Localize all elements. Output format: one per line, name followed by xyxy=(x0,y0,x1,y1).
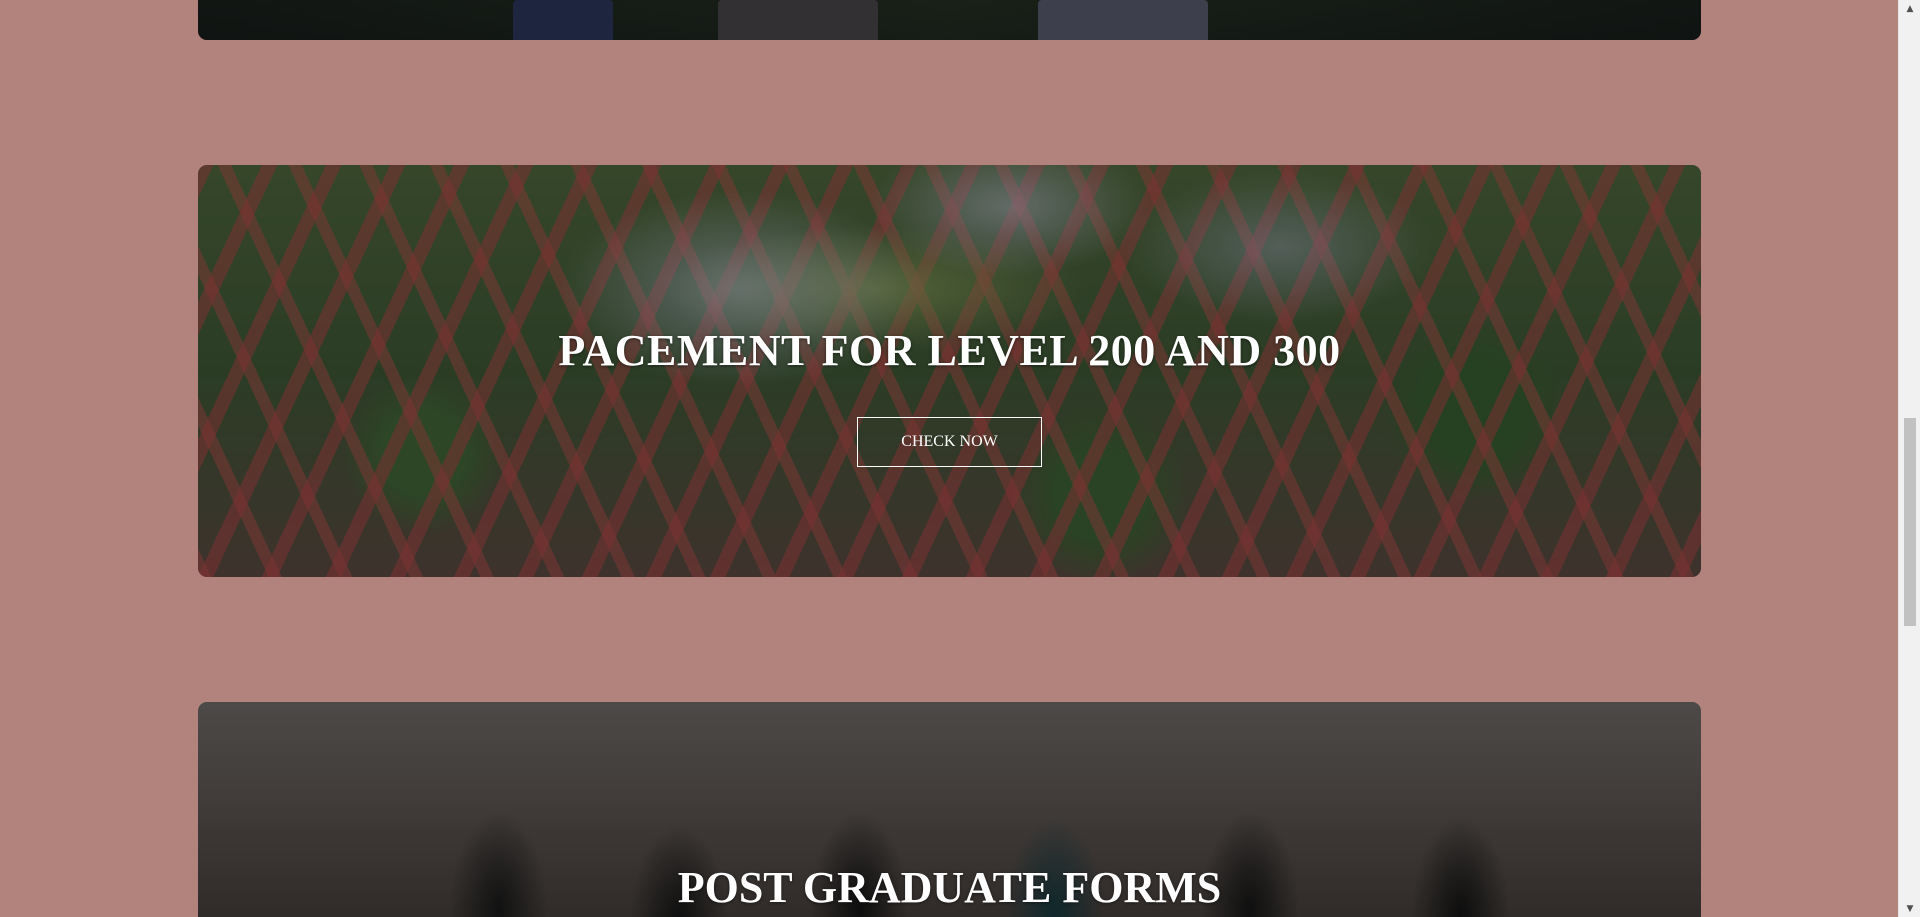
placement-title: PACEMENT FOR LEVEL 200 AND 300 xyxy=(558,326,1341,375)
banner-card-previous xyxy=(198,0,1701,40)
scroll-up-arrow-icon[interactable]: ▲ xyxy=(1899,0,1920,17)
page-content: PACEMENT FOR LEVEL 200 AND 300 CHECK NOW… xyxy=(0,0,1898,917)
check-now-button[interactable]: CHECK NOW xyxy=(857,417,1042,467)
banner-card-postgraduate: POST GRADUATE FORMS xyxy=(198,702,1701,917)
banner-card-placement: PACEMENT FOR LEVEL 200 AND 300 CHECK NOW xyxy=(198,165,1701,577)
image-overlay xyxy=(198,0,1701,40)
postgraduate-title: POST GRADUATE FORMS xyxy=(677,863,1222,912)
scroll-down-arrow-icon[interactable]: ▼ xyxy=(1899,900,1920,917)
scrollbar-thumb[interactable] xyxy=(1904,418,1916,626)
vertical-scrollbar[interactable]: ▲ ▼ xyxy=(1898,0,1920,917)
